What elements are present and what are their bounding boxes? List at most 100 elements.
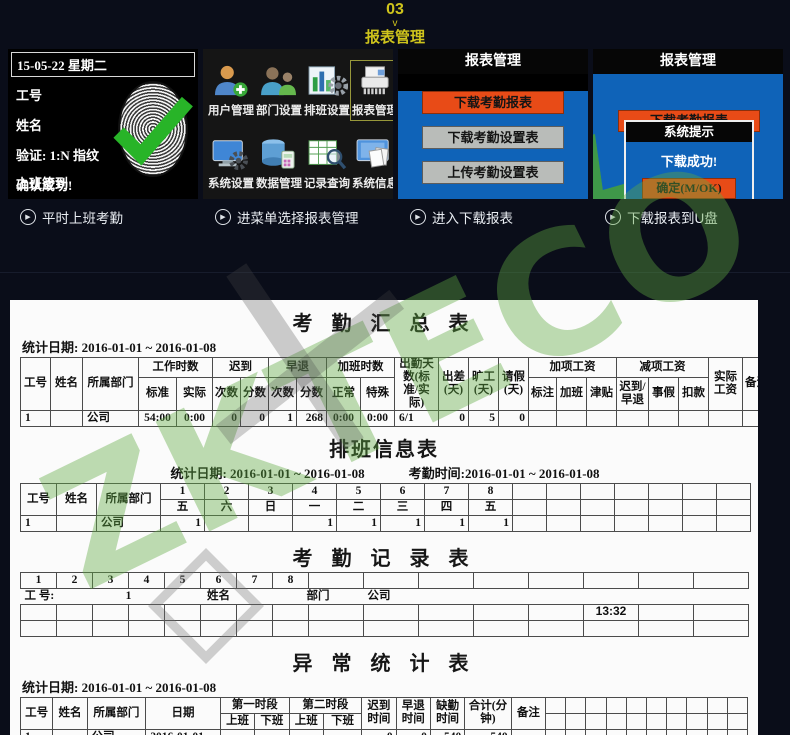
table-cell: 早退 [269,358,327,378]
step-number: 03 [0,2,790,19]
checkin-state-label: 上班签到 [16,173,68,192]
summary-date-range: 统计日期: 2016-01-01 ~ 2016-01-08 [22,337,748,356]
menu-item-report-management[interactable]: 报表管理 [351,61,393,120]
menu-item-record-query[interactable]: 记录查询 [303,134,351,193]
table-cell: 第二时段 [289,697,362,713]
table-cell: 工 号: [21,588,93,604]
table-cell [57,604,93,620]
data-management-icon [258,137,300,171]
table-cell: 0 [439,410,469,426]
table-cell [513,499,547,515]
table-row: 工号姓名所属部门12345678 [21,483,751,499]
menu-item-label: 部门设置 [256,102,302,118]
table-cell: 0 [241,410,269,426]
table-cell: 标注 [529,377,557,410]
table-cell: 2 [57,572,93,588]
table-cell: 迟到 [213,358,269,378]
table-cell: 工号 [21,358,51,411]
section-divider [0,272,790,273]
table-cell: 0 [499,410,529,426]
table-cell: 公司 [97,515,161,531]
table-cell [364,604,419,620]
device-datetime-bar: 15-05-22 星期二 [11,52,195,77]
table-cell [237,604,273,620]
attendance-summary-table: 工号姓名所属部门工作时数迟到早退加班时数出勤天数(标准/实际)出差(天)旷工(天… [20,357,758,427]
table-cell [249,515,293,531]
record-query-icon [306,137,348,171]
menu-item-shift-settings[interactable]: 排班设置 [303,61,351,120]
table-cell: 扣款 [679,377,709,410]
table-cell [646,697,666,713]
table-cell [546,713,566,729]
download-attendance-setting-button[interactable]: 下载考勤设置表 [422,126,564,149]
menu-item-system-info[interactable]: 系统信息 [351,134,393,193]
table-cell [309,620,364,636]
table-cell [220,729,254,735]
table-cell [606,713,626,729]
table-cell: 1 [93,588,165,604]
table-cell [606,729,626,735]
table-cell: 1 [293,515,337,531]
table-cell [694,572,749,588]
table-cell [21,604,57,620]
table-cell: 下班 [255,713,289,729]
table-cell [727,729,747,735]
table-cell [51,410,83,426]
caption-enter-download: ▶ 进入下载报表 [398,207,588,227]
table-cell [546,697,566,713]
table-cell [474,572,529,588]
table-cell: 津贴 [587,377,617,410]
table-cell: 加项工资 [529,358,617,378]
table-cell [419,604,474,620]
exception-statistics-table: 工号姓名所属部门日期第一时段第二时段迟到时间早退时间缺勤时间合计(分钟)备注上班… [20,697,748,735]
table-cell [687,697,707,713]
upload-attendance-setting-button[interactable]: 上传考勤设置表 [422,161,564,184]
table-cell [626,697,646,713]
table-cell: 0:00 [177,410,213,426]
table-cell: 早退时间 [396,697,430,729]
table-cell: 一 [293,499,337,515]
table-cell [727,713,747,729]
table-cell [626,713,646,729]
table-cell [289,729,323,735]
table-cell: 六 [205,499,249,515]
table-cell [529,588,749,604]
caption-text: 进入下载报表 [432,207,513,227]
table-cell: 5 [337,483,381,499]
table-cell [557,410,587,426]
table-cell [581,515,615,531]
menu-item-data-management[interactable]: 数据管理 [255,134,303,193]
screen-main-menu: 用户管理 部门设置 排班设置 [203,49,393,199]
table-cell [646,713,666,729]
table-cell: 1 [469,515,513,531]
table-cell [309,604,364,620]
table-cell [237,620,273,636]
table-cell: 工号 [21,483,57,515]
table-cell: 旷工(天) [469,358,499,411]
table-cell [21,620,57,636]
table-cell [687,729,707,735]
download-attendance-report-button[interactable]: 下载考勤报表 [422,91,564,114]
caption-checkin: ▶ 平时上班考勤 [8,207,198,227]
menu-item-label: 报表管理 [352,102,393,118]
menu-item-department-settings[interactable]: 部门设置 [255,61,303,120]
table-cell [683,515,717,531]
table-cell [547,483,581,499]
table-cell [584,572,639,588]
table-cell: 6 [381,483,425,499]
table-cell [584,620,639,636]
table-cell [615,499,649,515]
green-check-icon [110,93,196,167]
table-cell: 工作时数 [139,358,213,378]
dialog-ok-button[interactable]: 确定(M/OK) [642,178,736,199]
table-cell: 五 [161,499,205,515]
summary-table-title: 考 勤 汇 总 表 [20,307,748,336]
table-cell: 3 [93,572,129,588]
menu-item-user-management[interactable]: 用户管理 [207,61,255,120]
table-cell: 公司 [364,588,529,604]
table-cell [649,483,683,499]
table-cell [709,410,743,426]
table-cell: 五 [469,499,513,515]
menu-item-system-settings[interactable]: 系统设置 [207,134,255,193]
system-settings-icon [210,137,252,171]
